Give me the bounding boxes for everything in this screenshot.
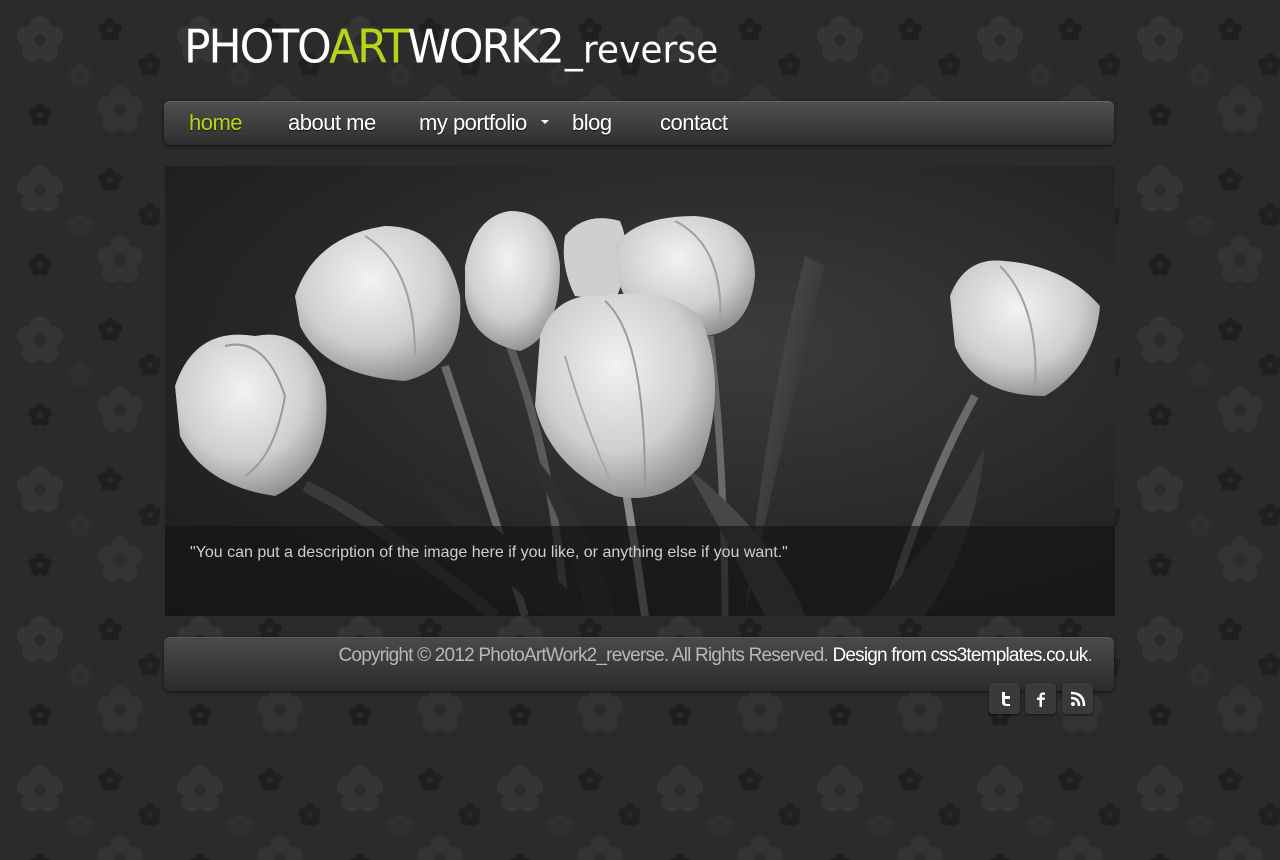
nav-item-contact-label: contact (660, 110, 728, 135)
nav-item-blog-label: blog (572, 110, 612, 135)
nav-item-about-me[interactable]: about me (288, 101, 376, 145)
main-nav: home about me my portfolio blog contact (164, 101, 1114, 145)
footer-text: Copyright © 2012 PhotoArtWork2_reverse. … (338, 645, 1093, 667)
nav-item-home[interactable]: home (189, 101, 243, 145)
logo-part-reverse: _reverse (564, 29, 719, 73)
nav-item-my-portfolio[interactable]: my portfolio (419, 101, 549, 145)
logo-part-photo: PHOTO (184, 20, 331, 75)
logo-part-art: ART (329, 20, 409, 75)
copyright-text: Copyright © 2012 PhotoArtWork2_reverse. … (338, 645, 829, 666)
rss-icon[interactable] (1062, 683, 1093, 714)
nav-item-my-portfolio-label: my portfolio (419, 110, 527, 135)
nav-item-contact[interactable]: contact (660, 101, 728, 145)
hero-slideshow[interactable]: "You can put a description of the image … (165, 166, 1115, 616)
nav-item-blog[interactable]: blog (572, 101, 612, 145)
chevron-down-icon (540, 120, 549, 125)
facebook-icon[interactable] (1025, 683, 1056, 714)
nav-item-home-label: home (189, 110, 243, 135)
image-caption: "You can put a description of the image … (190, 544, 788, 561)
nav-item-about-me-label: about me (288, 110, 376, 135)
site-logo[interactable]: PHOTOARTWORK2_reverse (184, 17, 718, 80)
design-credit-link[interactable]: Design from css3templates.co.uk (832, 645, 1088, 666)
logo-part-work: WORK2 (407, 20, 565, 75)
footer-trailing: . (1087, 645, 1093, 666)
footer: Copyright © 2012 PhotoArtWork2_reverse. … (164, 637, 1114, 691)
twitter-icon[interactable] (989, 683, 1020, 714)
caption-bar: "You can put a description of the image … (165, 526, 1115, 616)
